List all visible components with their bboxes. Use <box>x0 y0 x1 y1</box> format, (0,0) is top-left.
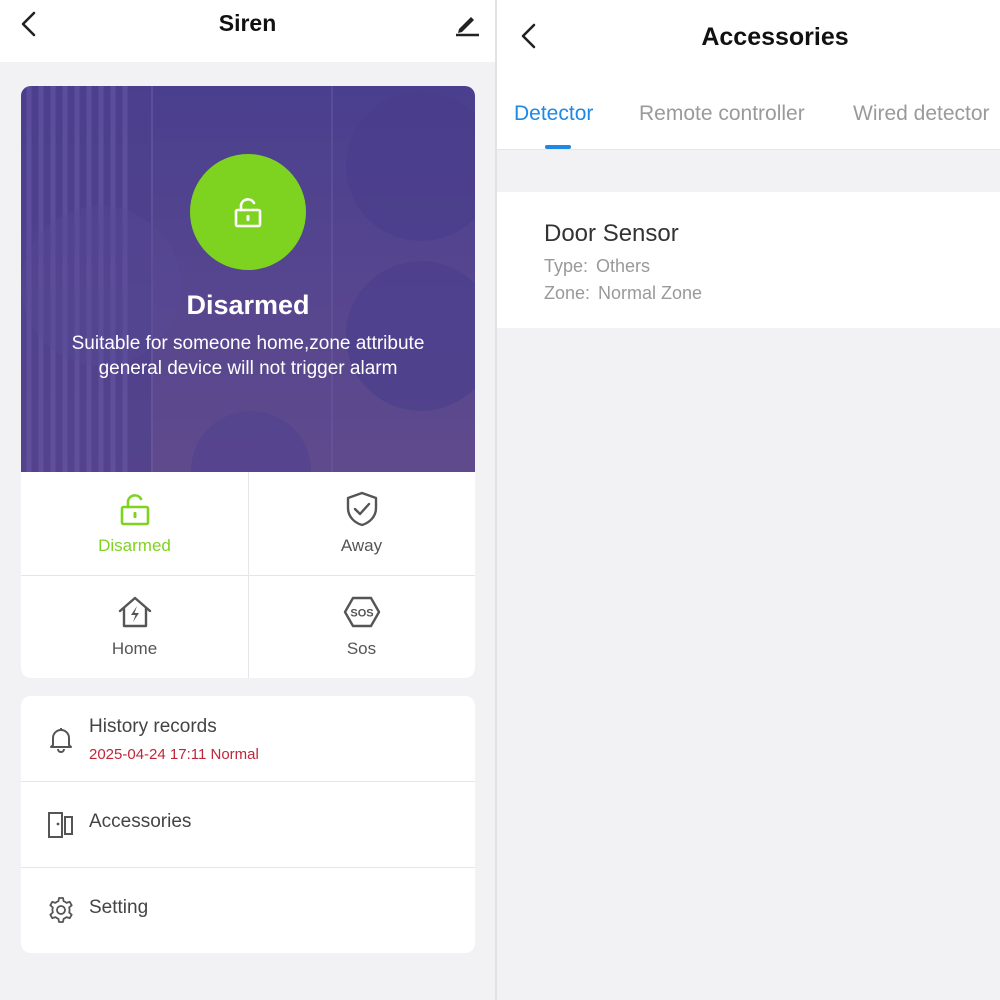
background-pattern <box>21 86 475 472</box>
device-list-item[interactable]: Door Sensor Type: Others Zone: Normal Zone <box>497 192 1000 328</box>
device-zone: Zone: Normal Zone <box>544 283 702 304</box>
siren-menu: History records 2025-04-24 17:11 Normal … <box>21 696 475 953</box>
device-type-label: Type: <box>544 256 589 276</box>
history-records-row[interactable]: History records 2025-04-24 17:11 Normal <box>21 696 475 782</box>
house-lightning-icon <box>118 596 152 628</box>
mode-label: Disarmed <box>98 536 171 555</box>
device-type: Type: Others <box>544 256 650 277</box>
bell-icon <box>50 728 72 753</box>
mode-label: Away <box>340 536 383 555</box>
device-type-value: Others <box>596 256 651 276</box>
sos-icon: SOS <box>343 596 381 628</box>
setting-label: Setting <box>89 897 149 918</box>
mode-disarmed-button[interactable]: Disarmed <box>21 472 248 575</box>
accessories-label: Accessories <box>89 811 192 832</box>
siren-panel: Siren Disarmed Suitable for someone home… <box>0 0 495 1000</box>
mode-label: Sos <box>346 639 377 658</box>
unlocked-padlock-icon <box>120 494 150 526</box>
alarm-status-description: Suitable for someone home,zone attribute… <box>71 333 425 379</box>
svg-text:SOS: SOS <box>350 608 373 620</box>
mode-sos-button[interactable]: SOS Sos <box>248 575 475 678</box>
tab-wired-detector[interactable]: Wired detector <box>853 102 990 126</box>
active-tab-indicator <box>545 145 571 149</box>
device-zone-label: Zone: <box>544 283 591 303</box>
tab-remote-controller[interactable]: Remote controller <box>639 102 805 126</box>
mode-label: Home <box>111 639 158 658</box>
tab-detector[interactable]: Detector <box>514 102 593 126</box>
disarmed-status-circle <box>190 154 306 270</box>
accessories-panel: Accessories Detector Remote controller W… <box>497 0 1000 1000</box>
mode-away-button[interactable]: Away <box>248 472 475 575</box>
page-title: Siren <box>218 10 277 36</box>
shield-check-icon <box>346 491 378 527</box>
accessories-row[interactable]: Accessories <box>21 782 475 868</box>
gear-icon <box>49 897 73 923</box>
alarm-status-banner: Disarmed Suitable for someone home,zone … <box>21 86 475 472</box>
history-records-label: History records <box>89 716 217 737</box>
grid-divider <box>21 575 475 576</box>
siren-header: Siren <box>0 0 495 62</box>
mode-home-button[interactable]: Home <box>21 575 248 678</box>
device-zone-value: Normal Zone <box>598 283 703 303</box>
unlocked-padlock-icon <box>234 198 262 228</box>
setting-row[interactable]: Setting <box>21 868 475 953</box>
device-name: Door Sensor <box>544 220 679 247</box>
alarm-status-title: Disarmed <box>186 290 310 320</box>
door-sensor-icon <box>48 812 73 838</box>
history-latest-record: 2025-04-24 17:11 Normal <box>89 746 259 763</box>
accessories-header: Accessories Detector Remote controller W… <box>497 0 1000 150</box>
page-title: Accessories <box>701 23 849 51</box>
pencil-icon[interactable] <box>452 8 482 38</box>
mode-grid: Disarmed Away Home SOS Sos <box>21 472 475 678</box>
